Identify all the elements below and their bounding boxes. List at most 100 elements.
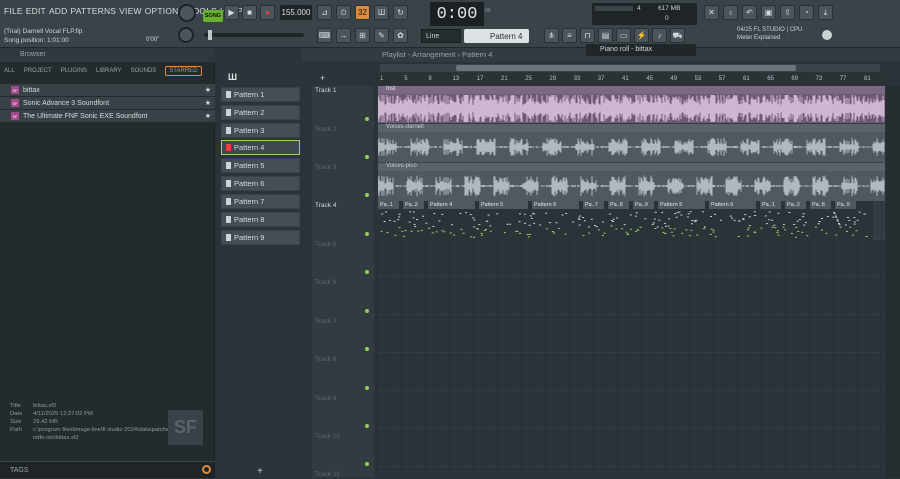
tab-plugins[interactable]: PLUGINS [61,68,87,74]
track-mute-led[interactable] [365,193,369,197]
piano-roll-title[interactable]: Piano roll - bittax [586,44,696,56]
pattern-clip[interactable]: Pattern 5 [479,201,528,209]
snap-button[interactable]: ⊞ [355,28,370,43]
menu-add[interactable]: ADD [49,6,68,16]
mixer-button[interactable]: ⋔ [544,28,559,43]
track-header-8[interactable]: Track 8 [312,356,374,363]
menu-view[interactable]: VIEW [119,6,142,16]
pattern-item-7[interactable]: Pattern 7 [221,194,300,209]
pattern-clip[interactable]: Pattern 4 [428,201,475,209]
pattern-selector[interactable]: Pattern 4 [464,29,529,43]
search-icon[interactable] [202,465,211,474]
tools-button[interactable]: ✕ [704,5,719,20]
wait-input-button[interactable]: ⏲ [336,5,351,20]
browser-item-bittax[interactable]: SF bittax ★ [0,84,215,96]
pattern-item-9[interactable]: Pattern 9 [221,230,300,245]
master-pitch-slider[interactable] [204,33,304,37]
playlist-button[interactable]: ▤ [598,28,613,43]
pattern-item-2[interactable]: Pattern 2 [221,105,300,120]
pattern-clip[interactable]: Pa..8 [810,201,831,209]
menu-patterns[interactable]: PATTERNS [70,6,116,16]
pattern-clip[interactable]: Pattern 6 [532,201,579,209]
cart-button[interactable]: ⛟ [670,28,685,43]
track-mute-led[interactable] [365,386,369,390]
tuner-button[interactable]: ♪ [652,28,667,43]
pattern-clip[interactable]: Pa..9 [633,201,654,209]
typing-keyboard-button[interactable]: ⌨ [317,28,332,43]
track-header-7[interactable]: Track 7 [312,318,374,325]
track-header-11[interactable]: Track 11 [312,471,374,478]
browser-item-sonic-advance[interactable]: SF Sonic Advance 3 Soundfont ★ [0,97,215,109]
audio-clip-inst[interactable]: Inst [378,86,885,123]
pattern-item-4[interactable]: Pattern 4 [221,140,300,155]
audio-clip-voices-pico[interactable]: Voices-pico [378,163,885,201]
star-icon[interactable]: ★ [205,112,211,120]
tab-all[interactable]: ALL [4,68,15,74]
track-header-4[interactable]: Track 4 [312,202,374,209]
star-icon[interactable]: ★ [205,99,211,107]
loop-record-button[interactable]: ↻ [393,5,408,20]
track-header-10[interactable]: Track 10 [312,433,374,440]
channel-rack-button[interactable]: ≡ [562,28,577,43]
pattern-item-1[interactable]: Pattern 1 [221,87,300,102]
channel-button[interactable]: ✿ [393,28,408,43]
master-volume-knob[interactable] [178,4,196,22]
browser-item-fnf-soundfont[interactable]: SF The Ultimate FNF Sonic EXE Soundfont … [0,110,215,122]
chat-button[interactable]: ◔ [799,5,814,20]
pattern-clip[interactable]: Pattern 5 [658,201,705,209]
undo-button[interactable]: ↶ [742,5,757,20]
track-header-9[interactable]: Track 9 [312,395,374,402]
song-time-display[interactable]: 0:00 [430,2,484,26]
track-mute-led[interactable] [365,424,369,428]
audio-clip-voices-darnell[interactable]: Voices-darnell [378,124,885,162]
tags-bar[interactable]: TAGS [0,461,215,478]
tab-starred[interactable]: STARRED [165,66,202,76]
snap-select[interactable]: Line [421,29,461,43]
menu-file[interactable]: FILE [4,6,23,16]
globe-icon[interactable] [822,30,832,40]
track-header-3[interactable]: Track 3 [312,164,374,171]
pitch-knob[interactable] [178,27,194,43]
pattern-item-8[interactable]: Pattern 8 [221,212,300,227]
tab-project[interactable]: PROJECT [24,68,52,74]
browser-button[interactable]: ▭ [616,28,631,43]
pattern-clip[interactable]: Pa..7 [583,201,604,209]
menu-edit[interactable]: EDIT [26,6,46,16]
tab-library[interactable]: LIBRARY [96,68,122,74]
pattern-clip[interactable]: Pa..2 [403,201,424,209]
news-panel[interactable]: 04/25 FL STUDIO | CPU Meter Explained [737,26,802,42]
export-button[interactable]: ⇪ [780,5,795,20]
overview-scroll-thumb[interactable] [456,65,796,71]
pattern-item-3[interactable]: Pattern 3 [221,123,300,138]
pattern-item-6[interactable]: Pattern 6 [221,176,300,191]
track-mute-led[interactable] [365,462,369,466]
song-mode-toggle[interactable]: SONG [203,10,223,22]
save-button[interactable]: ▣ [761,5,776,20]
track-mute-led[interactable] [365,155,369,159]
pattern-clip[interactable]: Pa..2 [785,201,806,209]
mic-button[interactable]: ♁ [723,5,738,20]
pattern-clip[interactable]: Pa..1 [760,201,781,209]
track-header-1[interactable]: Track 1 [312,87,374,94]
countdown-button[interactable]: 32 [355,5,370,20]
cpu-monitor[interactable]: 4 617 MB 0 [592,3,697,25]
track-header-5[interactable]: Track 5 [312,241,374,248]
track-mute-led[interactable] [365,232,369,236]
track-header-2[interactable]: Track 2 [312,126,374,133]
track-header-6[interactable]: Track 6 [312,279,374,286]
tab-sounds[interactable]: SOUNDS [131,68,157,74]
blend-notes-button[interactable]: Ш [374,5,389,20]
edit-button[interactable]: ✎ [374,28,389,43]
tempo-display[interactable]: 155.000 [280,5,312,20]
add-track-button[interactable]: + [320,73,325,83]
star-icon[interactable]: ★ [205,86,211,94]
track-mute-led[interactable] [365,347,369,351]
track-mute-led[interactable] [365,270,369,274]
metronome-button[interactable]: ⊿ [317,5,332,20]
piano-roll-button[interactable]: ⊓ [580,28,595,43]
pattern-clip[interactable]: Pa..8 [608,201,629,209]
pattern-clip[interactable]: Pa..1 [378,201,399,209]
stop-button[interactable]: ■ [242,5,257,20]
add-pattern-button[interactable]: + [257,466,263,477]
track-mute-led[interactable] [365,309,369,313]
